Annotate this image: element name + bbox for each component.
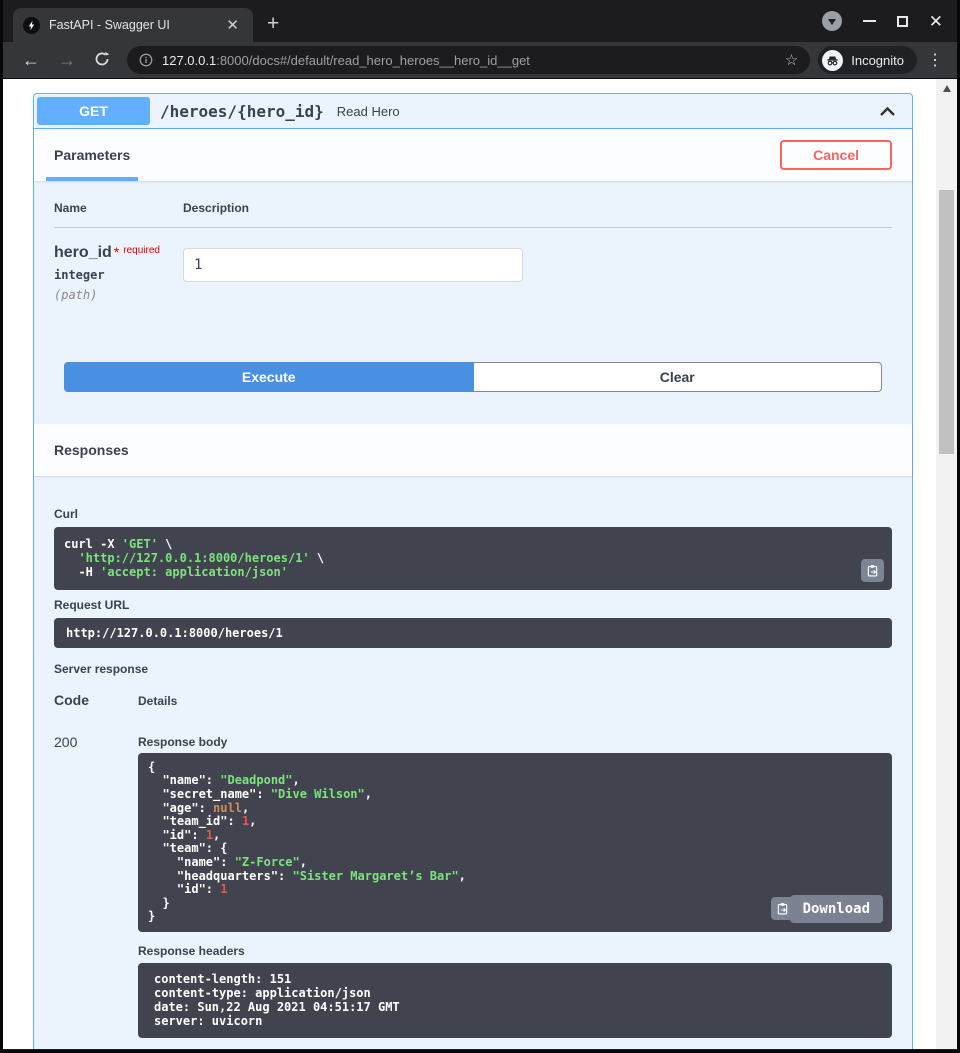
response-body-json: { "name": "Deadpond", "secret_name": "Di… bbox=[138, 753, 892, 932]
minimize-button[interactable] bbox=[863, 20, 876, 22]
responses-title: Responses bbox=[54, 442, 129, 458]
url-path: :8000/docs#/default/read_hero_heroes__he… bbox=[216, 53, 530, 68]
forward-button[interactable]: → bbox=[58, 51, 76, 69]
fastapi-favicon-icon bbox=[23, 17, 40, 34]
curl-label: Curl bbox=[54, 507, 892, 521]
collapse-chevron-icon[interactable] bbox=[879, 106, 896, 117]
endpoint-summary: Read Hero bbox=[337, 104, 400, 119]
execute-row: Execute Clear bbox=[64, 362, 882, 392]
incognito-badge: Incognito bbox=[818, 46, 917, 74]
execute-button[interactable]: Execute bbox=[64, 362, 474, 392]
reload-button[interactable] bbox=[94, 51, 110, 70]
parameters-title: Parameters bbox=[54, 147, 130, 163]
method-badge: GET bbox=[37, 97, 150, 125]
maximize-button[interactable] bbox=[897, 16, 908, 27]
response-body-label: Response body bbox=[138, 735, 892, 749]
tab-title: FastAPI - Swagger UI bbox=[49, 18, 222, 32]
responses-header: Responses bbox=[34, 424, 912, 476]
parameter-row: hero_id* required integer (path) bbox=[54, 228, 892, 302]
parameters-body: Name Description hero_id* required intege… bbox=[34, 181, 912, 424]
page-content: GET /heroes/{hero_id} Read Hero Paramete… bbox=[3, 79, 957, 1049]
copy-curl-button[interactable] bbox=[861, 559, 884, 582]
opblock-get: GET /heroes/{hero_id} Read Hero Paramete… bbox=[33, 93, 913, 1049]
back-button[interactable]: ← bbox=[22, 51, 40, 69]
url-host: 127.0.0.1 bbox=[162, 53, 216, 68]
address-bar[interactable]: 127.0.0.1 :8000/docs#/default/read_hero_… bbox=[127, 46, 810, 74]
required-star: * bbox=[114, 244, 119, 260]
response-table-header: Code Details bbox=[54, 692, 892, 708]
response-row: 200 Response body { "name": "Deadpond", … bbox=[54, 732, 892, 1038]
page-scrollbar[interactable] bbox=[936, 79, 957, 1049]
scrollbar-up-arrow-icon[interactable] bbox=[936, 79, 957, 97]
tab-close-icon[interactable]: ✕ bbox=[222, 16, 243, 35]
incognito-icon bbox=[822, 50, 843, 71]
responses-body: Curl curl -X 'GET' \ 'http://127.0.0.1:8… bbox=[34, 476, 912, 1044]
response-headers-label: Response headers bbox=[138, 944, 892, 958]
parameters-table-header: Name Description bbox=[54, 201, 892, 228]
endpoint-path: /heroes/{hero_id} bbox=[160, 102, 324, 121]
parameter-name: hero_id bbox=[54, 244, 112, 261]
cancel-button[interactable]: Cancel bbox=[780, 140, 892, 170]
new-tab-button[interactable]: + bbox=[267, 13, 279, 34]
active-tab-underline bbox=[46, 177, 138, 181]
browser-window: FastAPI - Swagger UI ✕ + ✕ ← → 127.0.0.1… bbox=[0, 0, 960, 1053]
incognito-label: Incognito bbox=[851, 53, 904, 68]
hero-id-input[interactable] bbox=[183, 248, 523, 282]
parameter-location: (path) bbox=[54, 288, 183, 302]
window-controls: ✕ bbox=[822, 0, 943, 42]
clear-button[interactable]: Clear bbox=[474, 362, 883, 392]
status-code: 200 bbox=[54, 732, 138, 1038]
required-label: required bbox=[123, 245, 160, 256]
column-name: Name bbox=[54, 201, 183, 215]
operation-summary[interactable]: GET /heroes/{hero_id} Read Hero bbox=[34, 94, 912, 129]
column-description: Description bbox=[183, 201, 249, 215]
parameter-type: integer bbox=[54, 268, 183, 282]
column-code: Code bbox=[54, 692, 138, 708]
curl-command: curl -X 'GET' \ 'http://127.0.0.1:8000/h… bbox=[54, 527, 892, 590]
close-button[interactable]: ✕ bbox=[929, 13, 943, 30]
browser-menu-icon[interactable]: ⋮ bbox=[927, 50, 943, 70]
request-url-value: http://127.0.0.1:8000/heroes/1 bbox=[54, 618, 892, 648]
scrollbar-thumb[interactable] bbox=[939, 190, 954, 454]
response-headers-value: content-length: 151content-type: applica… bbox=[138, 963, 892, 1038]
request-url-label: Request URL bbox=[54, 598, 892, 612]
tab-strip: FastAPI - Swagger UI ✕ + ✕ bbox=[3, 0, 957, 42]
browser-tab[interactable]: FastAPI - Swagger UI ✕ bbox=[13, 8, 253, 42]
swagger-ui: GET /heroes/{hero_id} Read Hero Paramete… bbox=[33, 93, 913, 1049]
browser-toolbar: ← → 127.0.0.1 :8000/docs#/default/read_h… bbox=[3, 42, 957, 79]
parameters-header: Parameters Cancel bbox=[34, 129, 912, 181]
info-icon bbox=[139, 53, 153, 67]
download-button[interactable]: Download bbox=[790, 895, 883, 923]
bookmark-star-icon[interactable]: ☆ bbox=[785, 51, 798, 69]
server-response-label: Server response bbox=[54, 662, 892, 676]
column-details: Details bbox=[138, 694, 177, 708]
browser-update-icon[interactable] bbox=[822, 11, 842, 31]
